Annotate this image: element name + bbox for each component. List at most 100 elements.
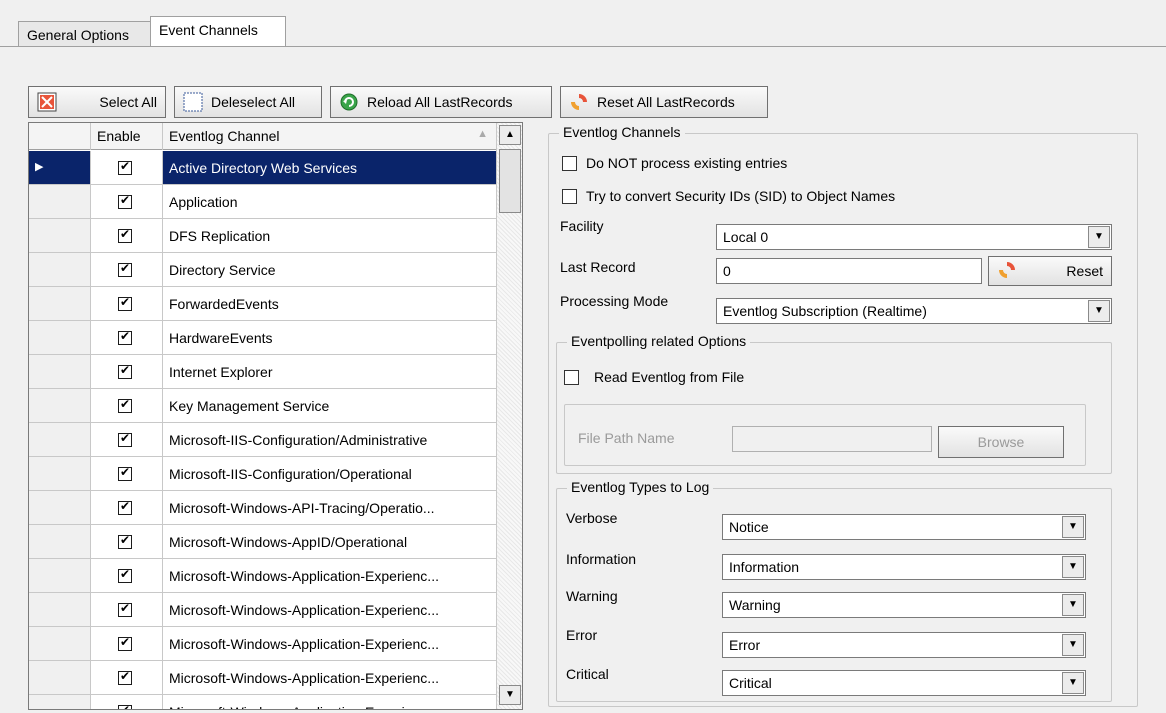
reset-button[interactable]: Reset: [988, 256, 1112, 286]
row-header[interactable]: [29, 355, 91, 388]
table-row[interactable]: Key Management Service: [29, 389, 497, 423]
channel-name-cell[interactable]: Microsoft-IIS-Configuration/Administrati…: [163, 423, 497, 456]
channel-name-cell[interactable]: Internet Explorer: [163, 355, 497, 388]
chevron-down-icon[interactable]: ▼: [1088, 226, 1110, 248]
table-row[interactable]: Microsoft-Windows-API-Tracing/Operatio..…: [29, 491, 497, 525]
row-header[interactable]: [29, 287, 91, 320]
table-row[interactable]: ▶ Active Directory Web Services: [29, 151, 497, 185]
channel-name-cell[interactable]: Microsoft-Windows-Application-Experienc.…: [163, 661, 497, 694]
row-header[interactable]: [29, 593, 91, 626]
table-row[interactable]: Application: [29, 185, 497, 219]
enable-checkbox[interactable]: [118, 295, 132, 311]
row-header[interactable]: [29, 457, 91, 490]
chevron-down-icon[interactable]: ▼: [1062, 556, 1084, 578]
channel-name-cell[interactable]: Microsoft-Windows-AppID/Operational: [163, 525, 497, 558]
enable-checkbox[interactable]: [118, 227, 132, 243]
table-row[interactable]: Microsoft-Windows-Application-Experienc.…: [29, 559, 497, 593]
processing-mode-select[interactable]: Eventlog Subscription (Realtime) ▼: [716, 298, 1112, 324]
table-row[interactable]: Microsoft-Windows-Application-Experienc.…: [29, 627, 497, 661]
channel-name-cell[interactable]: Application: [163, 185, 497, 218]
row-header[interactable]: [29, 661, 91, 694]
row-header[interactable]: [29, 389, 91, 422]
enable-checkbox[interactable]: [118, 431, 132, 447]
enable-checkbox[interactable]: [118, 329, 132, 345]
last-record-input[interactable]: 0: [716, 258, 982, 284]
table-row[interactable]: HardwareEvents: [29, 321, 497, 355]
channel-name-cell[interactable]: Microsoft-Windows-Application-Experienc.…: [163, 593, 497, 626]
channel-name-cell[interactable]: Microsoft-Windows-API-Tracing/Operatio..…: [163, 491, 497, 524]
select-all-button[interactable]: Select All: [28, 86, 166, 118]
do-not-process-checkbox[interactable]: [562, 156, 577, 171]
enable-checkbox[interactable]: [118, 533, 132, 549]
table-row[interactable]: Internet Explorer: [29, 355, 497, 389]
chevron-down-icon[interactable]: ▼: [1088, 300, 1110, 322]
critical-select[interactable]: Critical ▼: [722, 670, 1086, 696]
enable-checkbox[interactable]: [118, 567, 132, 583]
channel-name-cell[interactable]: ForwardedEvents: [163, 287, 497, 320]
table-row[interactable]: Microsoft-Windows-Application-Experienc.…: [29, 661, 497, 695]
enable-checkbox[interactable]: [118, 669, 132, 685]
channel-name-cell[interactable]: Microsoft-IIS-Configuration/Operational: [163, 457, 497, 490]
enable-checkbox[interactable]: [118, 601, 132, 617]
enable-checkbox[interactable]: [118, 465, 132, 481]
channel-name-cell[interactable]: Active Directory Web Services: [163, 151, 497, 184]
chevron-down-icon[interactable]: ▼: [1062, 594, 1084, 616]
row-header[interactable]: [29, 525, 91, 558]
reload-all-lastrecords-button[interactable]: Reload All LastRecords: [330, 86, 552, 118]
channel-name-cell[interactable]: DFS Replication: [163, 219, 497, 252]
table-row[interactable]: Microsoft-Windows-Application-Experienc.…: [29, 695, 497, 709]
tab-event-channels[interactable]: Event Channels: [150, 16, 286, 46]
row-header[interactable]: [29, 185, 91, 218]
channel-name-cell[interactable]: Microsoft-Windows-Application-Experienc.…: [163, 695, 497, 709]
row-header[interactable]: [29, 321, 91, 354]
table-row[interactable]: Microsoft-Windows-Application-Experienc.…: [29, 593, 497, 627]
table-row[interactable]: Microsoft-Windows-AppID/Operational: [29, 525, 497, 559]
row-header[interactable]: [29, 695, 91, 709]
table-row[interactable]: Microsoft-IIS-Configuration/Administrati…: [29, 423, 497, 457]
channel-name-cell[interactable]: Key Management Service: [163, 389, 497, 422]
row-header[interactable]: [29, 253, 91, 286]
table-row[interactable]: ForwardedEvents: [29, 287, 497, 321]
table-row[interactable]: Microsoft-IIS-Configuration/Operational: [29, 457, 497, 491]
row-header[interactable]: [29, 219, 91, 252]
browse-button[interactable]: Browse: [938, 426, 1064, 458]
deselect-all-button[interactable]: Deleselect All: [174, 86, 322, 118]
read-from-file-checkbox[interactable]: [564, 370, 579, 385]
scroll-down-button[interactable]: ▼: [499, 685, 521, 705]
chevron-down-icon[interactable]: ▼: [1062, 516, 1084, 538]
information-select[interactable]: Information ▼: [722, 554, 1086, 580]
verbose-select[interactable]: Notice ▼: [722, 514, 1086, 540]
row-header[interactable]: [29, 627, 91, 660]
row-header[interactable]: [29, 559, 91, 592]
table-row[interactable]: DFS Replication: [29, 219, 497, 253]
chevron-down-icon[interactable]: ▼: [1062, 672, 1084, 694]
error-select[interactable]: Error ▼: [722, 632, 1086, 658]
enable-checkbox[interactable]: [118, 193, 132, 209]
enable-checkbox[interactable]: [118, 159, 132, 175]
row-header[interactable]: [29, 491, 91, 524]
warning-select[interactable]: Warning ▼: [722, 592, 1086, 618]
chevron-down-icon[interactable]: ▼: [1062, 634, 1084, 656]
enable-column-header[interactable]: Enable: [91, 123, 163, 150]
enable-checkbox[interactable]: [118, 635, 132, 651]
channel-name-cell[interactable]: Microsoft-Windows-Application-Experienc.…: [163, 559, 497, 592]
channel-name-cell[interactable]: Directory Service: [163, 253, 497, 286]
row-header[interactable]: ▶: [29, 151, 91, 184]
channel-name-cell[interactable]: Microsoft-Windows-Application-Experienc.…: [163, 627, 497, 660]
channel-name-cell[interactable]: HardwareEvents: [163, 321, 497, 354]
scroll-up-button[interactable]: ▲: [499, 125, 521, 145]
channel-column-header[interactable]: Eventlog Channel ▲: [163, 123, 497, 150]
tab-general-options[interactable]: General Options: [18, 21, 152, 46]
enable-checkbox[interactable]: [118, 397, 132, 413]
reset-all-lastrecords-button[interactable]: Reset All LastRecords: [560, 86, 768, 118]
enable-checkbox[interactable]: [118, 261, 132, 277]
row-header[interactable]: [29, 423, 91, 456]
facility-select[interactable]: Local 0 ▼: [716, 224, 1112, 250]
table-row[interactable]: Directory Service: [29, 253, 497, 287]
enable-checkbox[interactable]: [118, 363, 132, 379]
enable-checkbox[interactable]: [118, 703, 132, 709]
scroll-thumb[interactable]: [499, 149, 521, 213]
grid-vertical-scrollbar[interactable]: ▲ ▼: [496, 123, 522, 709]
enable-checkbox[interactable]: [118, 499, 132, 515]
file-path-input[interactable]: [732, 426, 932, 452]
